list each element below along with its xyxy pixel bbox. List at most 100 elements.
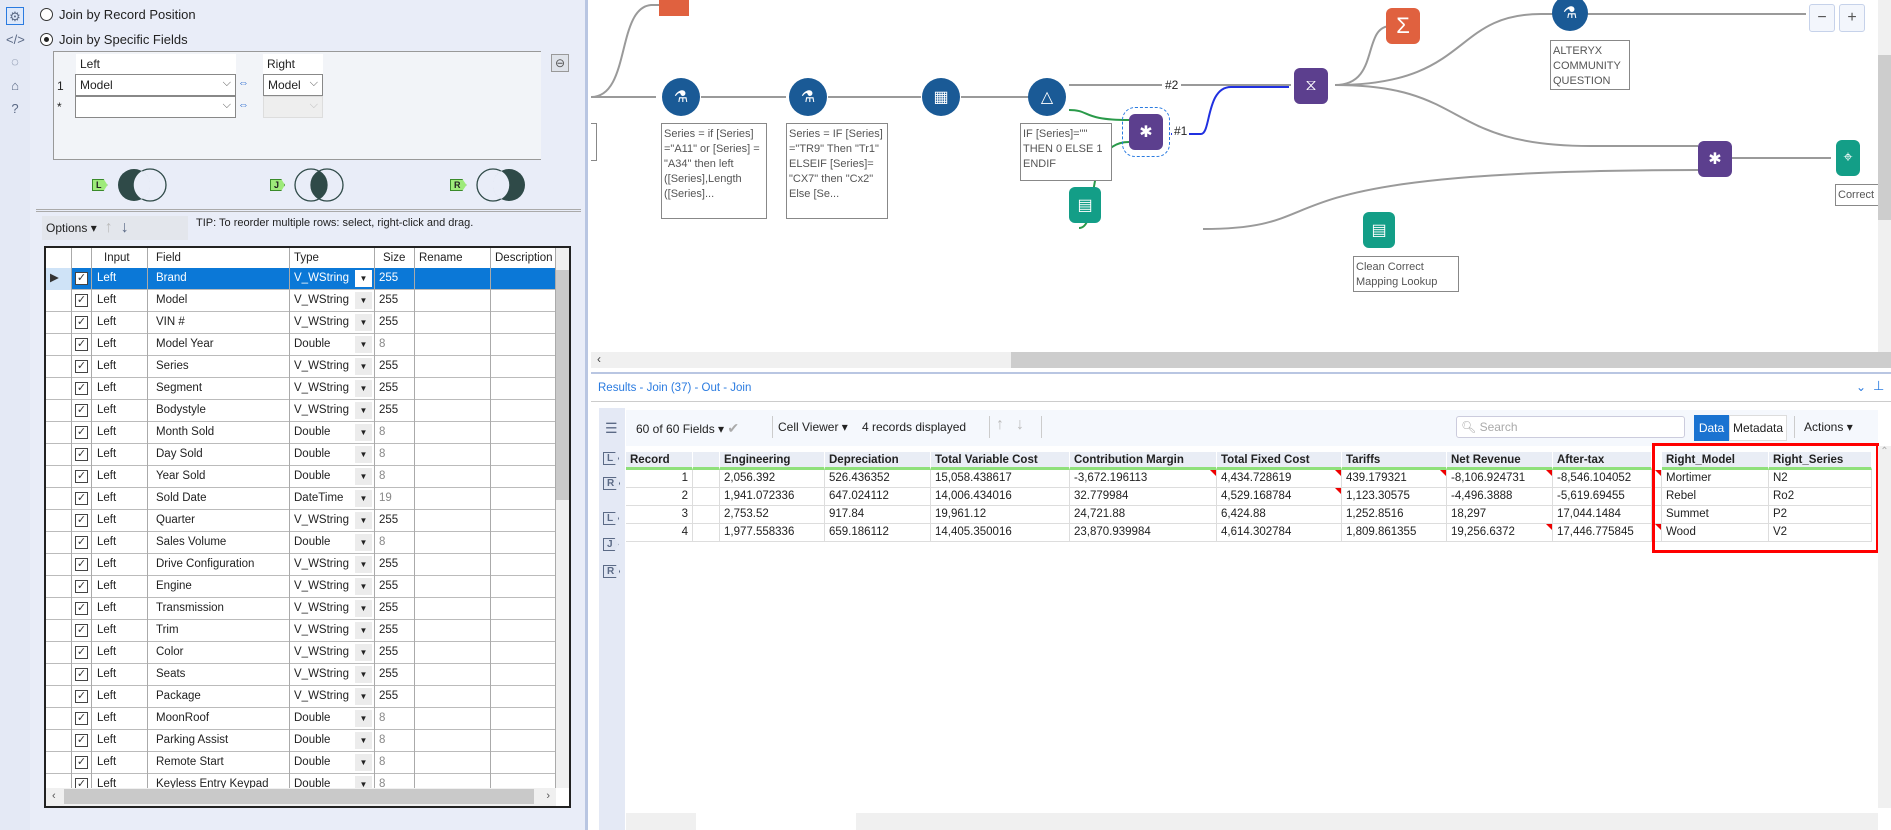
description-cell[interactable]: [491, 400, 556, 422]
table-row[interactable]: ✓ Left Trim V_WString ▼ 255: [46, 620, 556, 642]
rename-cell[interactable]: [415, 620, 491, 642]
type-cell[interactable]: Double ▼: [290, 752, 375, 774]
checkbox[interactable]: ✓: [75, 756, 88, 769]
select-checkbox-cell[interactable]: ✓: [72, 708, 92, 730]
size-cell[interactable]: 8: [375, 730, 415, 752]
zoom-in-button[interactable]: +: [1839, 4, 1865, 32]
table-row[interactable]: ✓ Left Remote Start Double ▼ 8: [46, 752, 556, 774]
checkbox[interactable]: ✓: [75, 690, 88, 703]
workflow-canvas[interactable]: ⚗ ⚗ ▦ △ ✱ ▤ ⧖ Σ ⚗ ✱ ⌖ ▤ Series = if [Ser…: [591, 0, 1891, 368]
chevron-down-icon[interactable]: ▼: [355, 424, 372, 441]
select-checkbox-cell[interactable]: ✓: [72, 488, 92, 510]
scrollbar-thumb[interactable]: [64, 789, 534, 804]
column-header[interactable]: Depreciation: [825, 452, 931, 470]
move-up-icon[interactable]: ↑: [105, 219, 113, 237]
left-field-select[interactable]: Model ⌵: [75, 74, 236, 96]
description-cell[interactable]: [491, 752, 556, 774]
checkbox[interactable]: ✓: [75, 470, 88, 483]
description-cell[interactable]: [491, 598, 556, 620]
description-cell[interactable]: [491, 730, 556, 752]
size-cell[interactable]: 19: [375, 488, 415, 510]
checkbox[interactable]: ✓: [75, 580, 88, 593]
size-cell[interactable]: 255: [375, 400, 415, 422]
type-cell[interactable]: V_WString ▼: [290, 554, 375, 576]
size-cell[interactable]: 8: [375, 752, 415, 774]
description-cell[interactable]: [491, 642, 556, 664]
pin-icon[interactable]: ⊥: [1873, 378, 1884, 394]
table-row[interactable]: ✓ Left Drive Configuration V_WString ▼ 255: [46, 554, 556, 576]
rename-cell[interactable]: [415, 422, 491, 444]
description-cell[interactable]: [491, 620, 556, 642]
checkbox[interactable]: ✓: [75, 272, 88, 285]
rename-cell[interactable]: [415, 598, 491, 620]
left-field-select-new[interactable]: ⌵: [75, 96, 236, 118]
table-row[interactable]: ✓ Left Parking Assist Double ▼ 8: [46, 730, 556, 752]
type-cell[interactable]: V_WString ▼: [290, 312, 375, 334]
chevron-down-icon[interactable]: ▼: [355, 468, 372, 485]
table-row[interactable]: ✓ Left Model V_WString ▼ 255: [46, 290, 556, 312]
chevron-down-icon[interactable]: ▼: [355, 578, 372, 595]
multi-field-formula-icon[interactable]: ▦: [922, 78, 960, 116]
row-selector[interactable]: [46, 444, 72, 466]
row-selector[interactable]: [46, 752, 72, 774]
size-cell[interactable]: 8: [375, 334, 415, 356]
type-cell[interactable]: Double ▼: [290, 334, 375, 356]
description-cell[interactable]: [491, 290, 556, 312]
chevron-down-icon[interactable]: ▼: [355, 556, 372, 573]
down-arrow-icon[interactable]: ↓: [1016, 416, 1024, 434]
type-cell[interactable]: Double ▼: [290, 532, 375, 554]
rename-cell[interactable]: [415, 312, 491, 334]
select-checkbox-cell[interactable]: ✓: [72, 356, 92, 378]
checkbox[interactable]: ✓: [75, 558, 88, 571]
column-header[interactable]: Total Variable Cost: [931, 452, 1070, 470]
size-cell[interactable]: 255: [375, 642, 415, 664]
size-cell[interactable]: 255: [375, 554, 415, 576]
rename-cell[interactable]: [415, 444, 491, 466]
column-header[interactable]: Net Revenue: [1447, 452, 1553, 470]
select-checkbox-cell[interactable]: ✓: [72, 598, 92, 620]
grid-horizontal-scrollbar[interactable]: [626, 813, 1878, 830]
type-cell[interactable]: V_WString ▼: [290, 290, 375, 312]
type-cell[interactable]: V_WString ▼: [290, 576, 375, 598]
table-row[interactable]: ✓ Left Package V_WString ▼ 255: [46, 686, 556, 708]
formula-tool-icon[interactable]: ⚗: [789, 78, 827, 116]
size-cell[interactable]: 255: [375, 686, 415, 708]
checkbox[interactable]: ✓: [75, 316, 88, 329]
select-checkbox-cell[interactable]: ✓: [72, 686, 92, 708]
side-tag-j[interactable]: J: [603, 538, 619, 551]
select-checkbox-cell[interactable]: ✓: [72, 664, 92, 686]
chevron-down-icon[interactable]: ▼: [355, 446, 372, 463]
size-cell[interactable]: 255: [375, 312, 415, 334]
row-selector[interactable]: [46, 334, 72, 356]
description-cell[interactable]: [491, 356, 556, 378]
scrollbar-thumb[interactable]: [1878, 55, 1891, 220]
table-row[interactable]: ✓ Left Engine V_WString ▼ 255: [46, 576, 556, 598]
table-row[interactable]: ✓ Left Model Year Double ▼ 8: [46, 334, 556, 356]
checkbox[interactable]: ✓: [75, 536, 88, 549]
scrollbar-thumb[interactable]: [556, 270, 569, 500]
table-row[interactable]: ✓ Left Series V_WString ▼ 255: [46, 356, 556, 378]
text-input-tool-icon[interactable]: ▤: [1069, 187, 1101, 223]
size-cell[interactable]: 8: [375, 422, 415, 444]
checkbox[interactable]: ✓: [75, 338, 88, 351]
rename-cell[interactable]: [415, 752, 491, 774]
scrollbar-thumb[interactable]: [696, 813, 856, 830]
row-selector[interactable]: [46, 686, 72, 708]
horizontal-scrollbar[interactable]: ‹ ›: [46, 788, 556, 806]
rename-cell[interactable]: [415, 488, 491, 510]
chevron-down-icon[interactable]: ▼: [355, 402, 372, 419]
join-tool-icon[interactable]: ✱: [1698, 141, 1732, 177]
size-cell[interactable]: 255: [375, 664, 415, 686]
select-checkbox-cell[interactable]: ✓: [72, 576, 92, 598]
table-row[interactable]: ✓ Left MoonRoof Double ▼ 8: [46, 708, 556, 730]
type-cell[interactable]: V_WString ▼: [290, 664, 375, 686]
description-cell[interactable]: [491, 312, 556, 334]
select-checkbox-cell[interactable]: ✓: [72, 466, 92, 488]
row-selector[interactable]: [46, 642, 72, 664]
checkbox[interactable]: ✓: [75, 404, 88, 417]
column-header[interactable]: [693, 452, 720, 470]
table-row[interactable]: ✓ Left Quarter V_WString ▼ 255: [46, 510, 556, 532]
checkbox[interactable]: ✓: [75, 734, 88, 747]
chevron-down-icon[interactable]: ▼: [355, 534, 372, 551]
row-selector[interactable]: [46, 664, 72, 686]
